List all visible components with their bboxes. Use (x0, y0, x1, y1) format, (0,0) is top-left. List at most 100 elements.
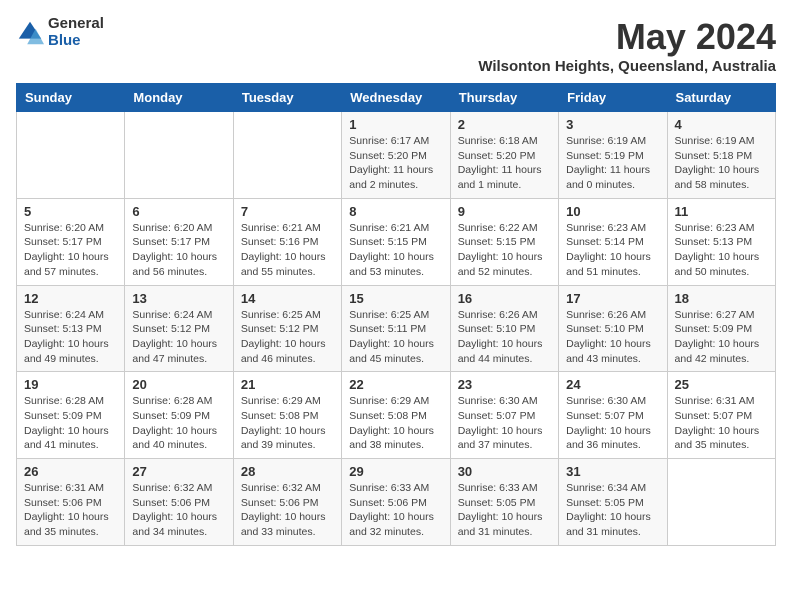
day-number: 15 (349, 291, 442, 306)
day-number: 11 (675, 204, 768, 219)
day-detail: Sunrise: 6:33 AMSunset: 5:05 PMDaylight:… (458, 481, 551, 540)
calendar-week-row: 26Sunrise: 6:31 AMSunset: 5:06 PMDayligh… (17, 459, 776, 546)
calendar-cell: 25 Sunrise: 6:31 AMSunset: 5:07 PMDayligh… (667, 372, 775, 459)
calendar-cell: 24 Sunrise: 6:30 AMSunset: 5:07 PMDayligh… (559, 372, 667, 459)
calendar-cell (17, 112, 125, 199)
day-detail: Sunrise: 6:21 AMSunset: 5:16 PMDaylight:… (241, 221, 334, 280)
day-number: 30 (458, 464, 551, 479)
day-number: 12 (24, 291, 117, 306)
logo-blue-text: Blue (48, 33, 104, 50)
day-number: 10 (566, 204, 659, 219)
day-number: 5 (24, 204, 117, 219)
calendar-title: May 2024 (478, 16, 776, 58)
calendar-cell: 10 Sunrise: 6:23 AMSunset: 5:14 PMDayligh… (559, 198, 667, 285)
calendar-cell: 22 Sunrise: 6:29 AMSunset: 5:08 PMDayligh… (342, 372, 450, 459)
day-detail: Sunrise: 6:32 AMSunset: 5:06 PMDaylight:… (132, 481, 225, 540)
calendar-cell: 4Sunrise: 6:19 AMSunset: 5:18 PMDaylight… (667, 112, 775, 199)
day-detail: Sunrise: 6:19 AMSunset: 5:18 PMDaylight:… (675, 134, 768, 193)
day-detail: Sunrise: 6:24 AMSunset: 5:12 PMDaylight:… (132, 308, 225, 367)
weekday-header-row: SundayMondayTuesdayWednesdayThursdayFrid… (17, 84, 776, 112)
day-number: 20 (132, 377, 225, 392)
day-detail: Sunrise: 6:28 AMSunset: 5:09 PMDaylight:… (132, 394, 225, 453)
weekday-header-monday: Monday (125, 84, 233, 112)
calendar-cell (233, 112, 341, 199)
calendar-cell (667, 459, 775, 546)
calendar-cell: 27Sunrise: 6:32 AMSunset: 5:06 PMDayligh… (125, 459, 233, 546)
logo-text: General Blue (48, 16, 104, 49)
day-number: 22 (349, 377, 442, 392)
day-detail: Sunrise: 6:24 AMSunset: 5:13 PMDaylight:… (24, 308, 117, 367)
day-number: 28 (241, 464, 334, 479)
calendar-cell: 17 Sunrise: 6:26 AMSunset: 5:10 PMDayligh… (559, 285, 667, 372)
day-detail: Sunrise: 6:28 AMSunset: 5:09 PMDaylight:… (24, 394, 117, 453)
day-number: 14 (241, 291, 334, 306)
calendar-table: SundayMondayTuesdayWednesdayThursdayFrid… (16, 83, 776, 546)
day-detail: Sunrise: 6:19 AMSunset: 5:19 PMDaylight:… (566, 134, 659, 193)
calendar-cell: 12 Sunrise: 6:24 AMSunset: 5:13 PMDayligh… (17, 285, 125, 372)
day-number: 6 (132, 204, 225, 219)
day-detail: Sunrise: 6:29 AMSunset: 5:08 PMDaylight:… (349, 394, 442, 453)
weekday-header-thursday: Thursday (450, 84, 558, 112)
day-number: 25 (675, 377, 768, 392)
calendar-cell: 23 Sunrise: 6:30 AMSunset: 5:07 PMDayligh… (450, 372, 558, 459)
day-number: 2 (458, 117, 551, 132)
day-detail: Sunrise: 6:23 AMSunset: 5:14 PMDaylight:… (566, 221, 659, 280)
logo: General Blue (16, 16, 104, 49)
day-number: 16 (458, 291, 551, 306)
calendar-cell: 3 Sunrise: 6:19 AMSunset: 5:19 PMDaylight… (559, 112, 667, 199)
day-number: 21 (241, 377, 334, 392)
calendar-cell: 20 Sunrise: 6:28 AMSunset: 5:09 PMDayligh… (125, 372, 233, 459)
calendar-week-row: 1 Sunrise: 6:17 AMSunset: 5:20 PMDaylight… (17, 112, 776, 199)
calendar-cell: 21 Sunrise: 6:29 AMSunset: 5:08 PMDayligh… (233, 372, 341, 459)
day-number: 23 (458, 377, 551, 392)
calendar-cell: 18 Sunrise: 6:27 AMSunset: 5:09 PMDayligh… (667, 285, 775, 372)
day-number: 7 (241, 204, 334, 219)
day-detail: Sunrise: 6:18 AMSunset: 5:20 PMDaylight:… (458, 134, 551, 193)
day-detail: Sunrise: 6:31 AMSunset: 5:07 PMDaylight:… (675, 394, 768, 453)
calendar-subtitle: Wilsonton Heights, Queensland, Australia (478, 58, 776, 75)
calendar-cell: 28Sunrise: 6:32 AMSunset: 5:06 PMDayligh… (233, 459, 341, 546)
day-number: 17 (566, 291, 659, 306)
day-detail: Sunrise: 6:20 AMSunset: 5:17 PMDaylight:… (24, 221, 117, 280)
calendar-cell: 14Sunrise: 6:25 AMSunset: 5:12 PMDayligh… (233, 285, 341, 372)
calendar-cell: 11Sunrise: 6:23 AMSunset: 5:13 PMDayligh… (667, 198, 775, 285)
calendar-week-row: 19 Sunrise: 6:28 AMSunset: 5:09 PMDayligh… (17, 372, 776, 459)
day-number: 13 (132, 291, 225, 306)
weekday-header-tuesday: Tuesday (233, 84, 341, 112)
day-number: 26 (24, 464, 117, 479)
calendar-cell: 1 Sunrise: 6:17 AMSunset: 5:20 PMDaylight… (342, 112, 450, 199)
day-detail: Sunrise: 6:21 AMSunset: 5:15 PMDaylight:… (349, 221, 442, 280)
day-detail: Sunrise: 6:25 AMSunset: 5:11 PMDaylight:… (349, 308, 442, 367)
calendar-cell: 30 Sunrise: 6:33 AMSunset: 5:05 PMDayligh… (450, 459, 558, 546)
day-detail: Sunrise: 6:33 AMSunset: 5:06 PMDaylight:… (349, 481, 442, 540)
weekday-header-friday: Friday (559, 84, 667, 112)
calendar-header: SundayMondayTuesdayWednesdayThursdayFrid… (17, 84, 776, 112)
day-detail: Sunrise: 6:27 AMSunset: 5:09 PMDaylight:… (675, 308, 768, 367)
day-number: 3 (566, 117, 659, 132)
day-number: 8 (349, 204, 442, 219)
weekday-header-wednesday: Wednesday (342, 84, 450, 112)
title-area: May 2024 Wilsonton Heights, Queensland, … (478, 16, 776, 75)
day-detail: Sunrise: 6:34 AMSunset: 5:05 PMDaylight:… (566, 481, 659, 540)
calendar-cell: 26Sunrise: 6:31 AMSunset: 5:06 PMDayligh… (17, 459, 125, 546)
day-number: 24 (566, 377, 659, 392)
header: General Blue May 2024 Wilsonton Heights,… (16, 16, 776, 75)
day-detail: Sunrise: 6:26 AMSunset: 5:10 PMDaylight:… (566, 308, 659, 367)
day-detail: Sunrise: 6:29 AMSunset: 5:08 PMDaylight:… (241, 394, 334, 453)
calendar-cell: 29 Sunrise: 6:33 AMSunset: 5:06 PMDayligh… (342, 459, 450, 546)
calendar-body: 1 Sunrise: 6:17 AMSunset: 5:20 PMDaylight… (17, 112, 776, 546)
day-number: 29 (349, 464, 442, 479)
calendar-cell: 8 Sunrise: 6:21 AMSunset: 5:15 PMDaylight… (342, 198, 450, 285)
calendar-cell: 15 Sunrise: 6:25 AMSunset: 5:11 PMDayligh… (342, 285, 450, 372)
day-number: 19 (24, 377, 117, 392)
calendar-cell: 9Sunrise: 6:22 AMSunset: 5:15 PMDaylight… (450, 198, 558, 285)
day-detail: Sunrise: 6:17 AMSunset: 5:20 PMDaylight:… (349, 134, 442, 193)
calendar-cell: 5 Sunrise: 6:20 AMSunset: 5:17 PMDaylight… (17, 198, 125, 285)
calendar-cell (125, 112, 233, 199)
day-detail: Sunrise: 6:30 AMSunset: 5:07 PMDaylight:… (458, 394, 551, 453)
day-detail: Sunrise: 6:30 AMSunset: 5:07 PMDaylight:… (566, 394, 659, 453)
day-number: 18 (675, 291, 768, 306)
calendar-cell: 2 Sunrise: 6:18 AMSunset: 5:20 PMDaylight… (450, 112, 558, 199)
day-number: 1 (349, 117, 442, 132)
day-number: 31 (566, 464, 659, 479)
